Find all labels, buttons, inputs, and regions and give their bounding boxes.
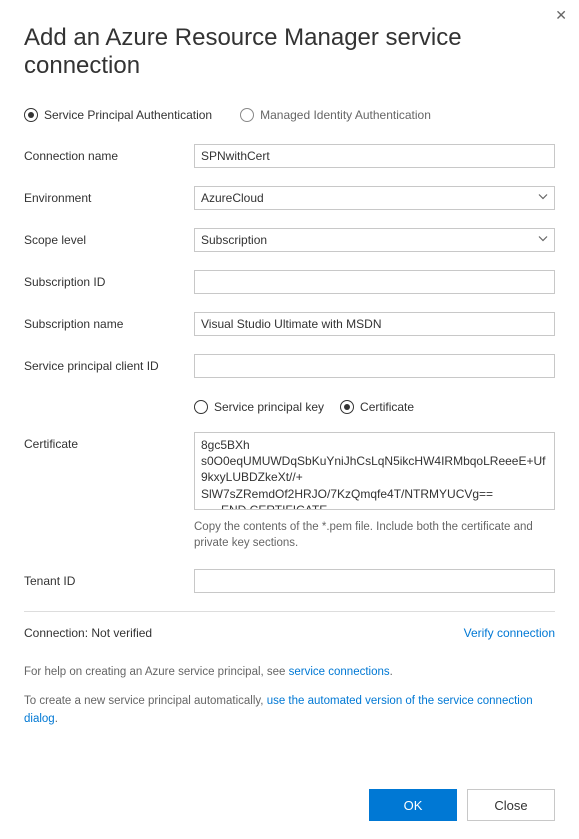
radio-service-principal-key[interactable]: Service principal key [194, 400, 324, 414]
help-paragraph-2: To create a new service principal automa… [24, 693, 555, 728]
dialog-footer: OK Close [369, 789, 555, 821]
radio-icon [340, 400, 354, 414]
radio-certificate[interactable]: Certificate [340, 400, 414, 414]
close-icon[interactable]: ✕ [555, 8, 567, 22]
help-text: For help on creating an Azure service pr… [24, 666, 289, 678]
auth-mode-radio-group: Service Principal Authentication Managed… [24, 108, 555, 122]
help-text: . [390, 666, 393, 678]
connection-name-input[interactable] [194, 144, 555, 168]
sp-client-id-label: Service principal client ID [24, 354, 194, 373]
scope-level-label: Scope level [24, 228, 194, 247]
subscription-name-input[interactable] [194, 312, 555, 336]
environment-select[interactable] [194, 186, 555, 210]
connection-status-value: Not verified [91, 626, 152, 640]
radio-icon [24, 108, 38, 122]
help-text: . [55, 713, 58, 725]
radio-service-principal-auth[interactable]: Service Principal Authentication [24, 108, 212, 122]
radio-managed-identity-auth[interactable]: Managed Identity Authentication [240, 108, 431, 122]
radio-label: Service Principal Authentication [44, 108, 212, 122]
connection-status-label: Connection: [24, 626, 88, 640]
tenant-id-label: Tenant ID [24, 569, 194, 588]
certificate-help-text: Copy the contents of the *.pem file. Inc… [194, 519, 555, 551]
separator [24, 611, 555, 612]
radio-label: Service principal key [214, 400, 324, 414]
radio-label: Certificate [360, 400, 414, 414]
certificate-textarea[interactable] [194, 432, 555, 510]
radio-icon [194, 400, 208, 414]
subscription-name-label: Subscription name [24, 312, 194, 331]
radio-label: Managed Identity Authentication [260, 108, 431, 122]
radio-icon [240, 108, 254, 122]
ok-button[interactable]: OK [369, 789, 457, 821]
connection-status: Connection: Not verified [24, 626, 152, 640]
scope-level-select[interactable] [194, 228, 555, 252]
subscription-id-input[interactable] [194, 270, 555, 294]
sp-client-id-input[interactable] [194, 354, 555, 378]
subscription-id-label: Subscription ID [24, 270, 194, 289]
service-connections-link[interactable]: service connections [289, 666, 390, 678]
tenant-id-input[interactable] [194, 569, 555, 593]
close-button[interactable]: Close [467, 789, 555, 821]
environment-label: Environment [24, 186, 194, 205]
credential-type-spacer [24, 396, 194, 401]
verify-connection-link[interactable]: Verify connection [464, 626, 555, 640]
certificate-label: Certificate [24, 432, 194, 451]
help-paragraph-1: For help on creating an Azure service pr… [24, 664, 555, 681]
help-text: To create a new service principal automa… [24, 695, 267, 707]
connection-name-label: Connection name [24, 144, 194, 163]
dialog-title: Add an Azure Resource Manager service co… [24, 24, 555, 80]
